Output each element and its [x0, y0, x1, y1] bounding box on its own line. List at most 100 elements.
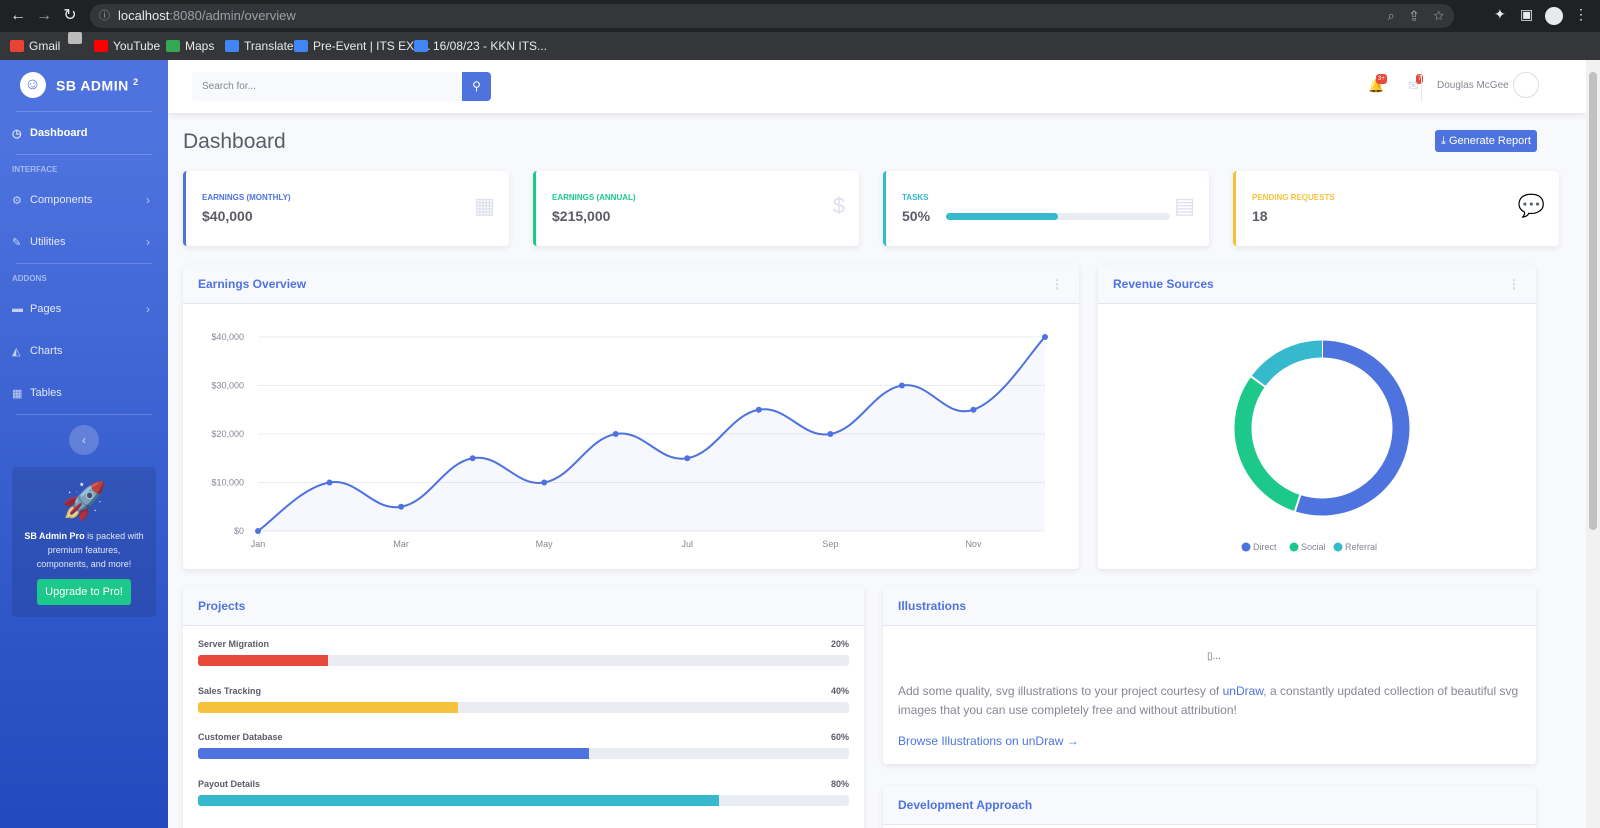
project-progress-fill	[198, 701, 459, 713]
bookmark-favicon-icon	[294, 40, 308, 52]
legend-swatch	[1241, 542, 1251, 552]
bookmark-favicon-icon	[68, 32, 82, 44]
menu-dots-icon[interactable]: ⋮	[1574, 6, 1588, 23]
data-point[interactable]	[827, 431, 834, 437]
sidebar-item-dashboard[interactable]: ◷ Dashboard	[0, 112, 168, 154]
messages-button[interactable]: ✉ 7	[1408, 74, 1424, 94]
bookmark-item[interactable]: Translate	[225, 32, 294, 60]
kpi-value: $215,000	[552, 208, 611, 224]
side-panel-icon[interactable]: ▣	[1520, 6, 1533, 23]
bookmark-item[interactable]: Maps	[166, 32, 214, 60]
download-icon: ⤓	[1441, 135, 1449, 147]
donut-slice[interactable]	[1234, 376, 1301, 512]
bookmark-label: Pre-Event | ITS EXP...	[313, 39, 431, 53]
illustrations-text-before: Add some quality, svg illustrations to y…	[898, 684, 1220, 698]
project-progress-fill	[198, 794, 719, 806]
more-options-icon[interactable]: ⋮	[1508, 265, 1520, 303]
sidebar-item-utilities[interactable]: ✎ Utilities ›	[0, 221, 168, 263]
card-title: Revenue Sources	[1113, 277, 1214, 291]
data-point[interactable]	[326, 479, 333, 486]
back-icon[interactable]: ←	[8, 6, 28, 26]
sidebar-item-tables[interactable]: ▦ Tables	[0, 372, 168, 414]
x-tick-label: Mar	[393, 539, 409, 549]
illustration-alt: ...	[1212, 651, 1221, 662]
messages-badge: 7	[1416, 74, 1424, 84]
chevron-right-icon: ›	[146, 302, 150, 316]
generate-report-button[interactable]: ⤓ Generate Report	[1435, 130, 1537, 152]
bookmark-item[interactable]: 16/08/23 - KKN ITS...	[414, 32, 547, 60]
projects-card: Projects Server Migration 20% Sales Tracki…	[183, 587, 864, 828]
profile-avatar[interactable]	[1545, 7, 1563, 25]
upgrade-button[interactable]: Upgrade to Pro!	[37, 579, 131, 605]
user-avatar[interactable]	[1513, 72, 1539, 98]
bookmark-favicon-icon	[414, 40, 428, 52]
browse-illustrations-link[interactable]: Browse Illustrations on unDraw →	[898, 734, 1079, 748]
topbar-divider	[1421, 70, 1422, 102]
chevron-right-icon: ›	[146, 193, 150, 207]
alerts-button[interactable]: 🔔 3+	[1368, 74, 1387, 94]
data-point[interactable]	[1042, 334, 1048, 340]
bookmark-label: Gmail	[29, 39, 61, 53]
sidebar-item-charts[interactable]: ◭ Charts	[0, 330, 168, 372]
illustrations-card: Illustrations ▯... Add some quality, svg…	[883, 587, 1536, 764]
project-name: Server Migration	[198, 639, 270, 649]
calendar-icon: ▦	[474, 193, 495, 218]
kpi-label: Tasks	[902, 193, 929, 202]
search-button[interactable]: ⚲	[462, 72, 491, 101]
card-title: Development Approach	[898, 798, 1033, 812]
kpi-label: Earnings (Monthly)	[202, 193, 291, 202]
x-tick-label: Nov	[965, 539, 982, 549]
data-point[interactable]	[255, 528, 261, 534]
sidebar-toggle-button[interactable]: ‹	[69, 425, 99, 455]
bookmark-item[interactable]	[68, 32, 87, 44]
bookmark-favicon-icon	[225, 40, 239, 52]
legend-label: Referral	[1345, 542, 1377, 552]
sidebar-item-label: Pages	[30, 303, 62, 315]
search-input[interactable]: Search for...	[192, 72, 462, 101]
data-point[interactable]	[541, 479, 548, 486]
kpi-earnings-monthly: Earnings (Monthly) $40,000 ▦	[183, 171, 509, 246]
sidebar-promo-card: 🚀 SB Admin Pro is packed with premium fe…	[12, 467, 156, 617]
card-title: Earnings Overview	[198, 277, 307, 291]
data-point[interactable]	[612, 431, 619, 437]
sidebar-item-label: Charts	[30, 345, 63, 357]
search-icon: ⚲	[472, 79, 481, 93]
donut-slice[interactable]	[1294, 340, 1410, 516]
brand-text: SB ADMIN	[56, 77, 129, 94]
data-point[interactable]	[684, 455, 691, 462]
bookmark-star-icon[interactable]: ☆	[1433, 8, 1444, 23]
zoom-icon[interactable]: ⌕	[1388, 8, 1395, 23]
y-tick-label: $20,000	[211, 429, 244, 439]
chevron-right-icon: ›	[146, 235, 150, 249]
share-icon[interactable]: ⇪	[1410, 8, 1417, 23]
earnings-overview-card: Earnings Overview ⋮ $0 $10,000 $20,000 $30,0…	[183, 265, 1079, 569]
address-bar[interactable]: ⓘ localhost:8080/admin/overview ⌕ ⇪ ☆	[90, 4, 1454, 28]
data-point[interactable]	[898, 382, 905, 389]
data-point[interactable]	[469, 455, 476, 462]
reload-icon[interactable]: ↻	[60, 6, 80, 26]
url-path: :8080/admin/overview	[169, 8, 296, 23]
user-name[interactable]: Douglas McGee	[1437, 80, 1509, 91]
more-options-icon[interactable]: ⋮	[1051, 265, 1063, 303]
sidebar-item-pages[interactable]: ▬ Pages ›	[0, 288, 168, 330]
site-info-icon[interactable]: ⓘ	[99, 4, 110, 28]
project-percent: 20%	[830, 639, 849, 649]
forward-icon[interactable]: →	[34, 6, 54, 26]
undraw-link[interactable]: unDraw	[1223, 684, 1264, 698]
sidebar-item-components[interactable]: ⚙ Components ›	[0, 179, 168, 221]
sidebar-brand[interactable]: ☺ SB ADMIN 2	[0, 60, 168, 110]
x-tick-label: May	[536, 539, 554, 549]
data-point[interactable]	[755, 406, 762, 413]
bookmark-item[interactable]: Pre-Event | ITS EXP...	[294, 32, 431, 60]
scrollbar-thumb[interactable]	[1589, 72, 1597, 530]
bookmark-item[interactable]: YouTube	[94, 32, 160, 60]
extensions-icon[interactable]: ✦	[1494, 6, 1506, 23]
development-approach-card: Development Approach	[883, 786, 1536, 828]
donut-slice[interactable]	[1251, 340, 1323, 387]
page-scrollbar[interactable]	[1586, 60, 1600, 828]
bookmark-item[interactable]: Gmail	[10, 32, 60, 60]
data-point[interactable]	[398, 503, 405, 510]
kpi-pending-requests: Pending Requests 18 💬	[1233, 171, 1559, 246]
data-point[interactable]	[970, 406, 977, 413]
earnings-area-chart: $0 $10,000 $20,000 $30,000 $40,000 Jan Mar May J…	[211, 332, 1048, 549]
